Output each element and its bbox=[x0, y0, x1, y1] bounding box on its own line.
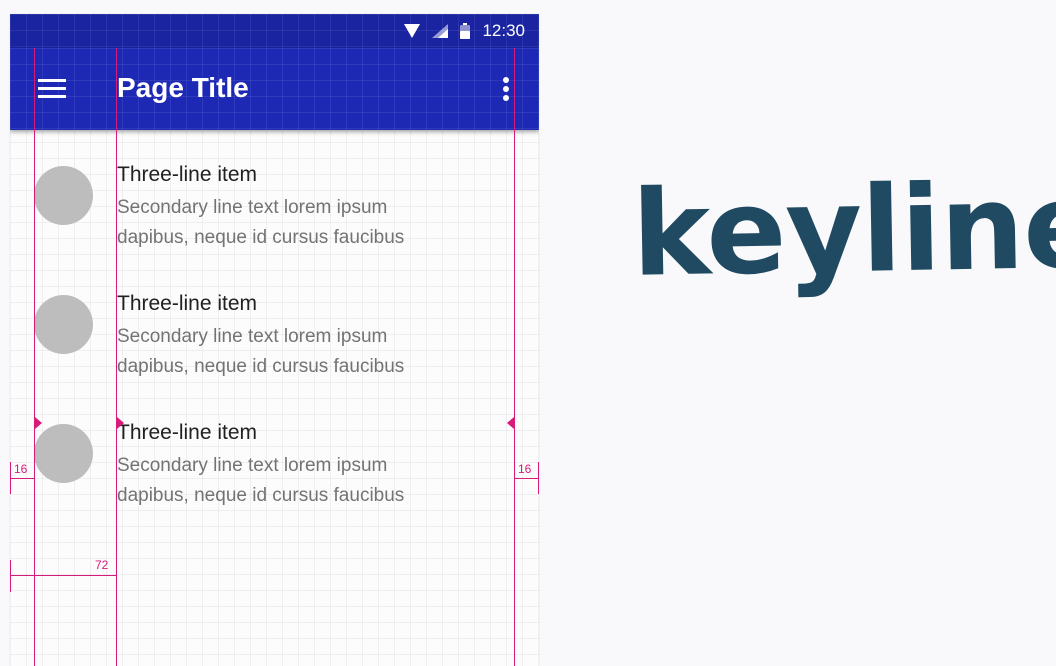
dimension-line bbox=[10, 478, 34, 479]
avatar bbox=[34, 424, 93, 483]
keylines-headline: keylines bbox=[630, 155, 1056, 303]
avatar bbox=[34, 295, 93, 354]
signal-icon bbox=[432, 24, 449, 38]
status-time: 12:30 bbox=[482, 21, 525, 40]
keyline-marker bbox=[35, 417, 42, 429]
app-bar: Page Title bbox=[10, 48, 539, 130]
overflow-icon[interactable] bbox=[498, 76, 514, 104]
list-item[interactable]: Three-line item Secondary line text lore… bbox=[10, 272, 539, 401]
dimension-line bbox=[515, 478, 539, 479]
status-bar: 12:30 bbox=[10, 14, 539, 48]
keyline-content bbox=[116, 48, 117, 666]
slide: 12:30 Page Title Three-line item Seconda… bbox=[0, 0, 1056, 666]
dimension-tick bbox=[10, 560, 11, 592]
keyline-marker bbox=[507, 417, 514, 429]
menu-icon[interactable] bbox=[38, 79, 66, 99]
dimension-line bbox=[10, 575, 116, 576]
phone-screen: 12:30 Page Title Three-line item Seconda… bbox=[10, 14, 539, 666]
list-item[interactable]: Three-line item Secondary line text lore… bbox=[10, 401, 539, 530]
keyline-left-margin bbox=[34, 48, 35, 666]
list-item-primary-text: Three-line item bbox=[117, 163, 258, 186]
list-item[interactable]: Three-line item Secondary line text lore… bbox=[10, 143, 539, 272]
avatar bbox=[34, 166, 93, 225]
dimension-label-right: 16 bbox=[518, 462, 532, 476]
three-line-list: Three-line item Secondary line text lore… bbox=[10, 143, 539, 530]
list-item-primary-text: Three-line item bbox=[117, 292, 258, 315]
dimension-label-inset: 72 bbox=[95, 558, 109, 572]
list-item-secondary-text: Secondary line text lorem ipsum dapibus,… bbox=[117, 326, 405, 377]
keyline-marker bbox=[117, 417, 124, 429]
status-icons: 12:30 bbox=[404, 21, 525, 41]
list-item-secondary-text: Secondary line text lorem ipsum dapibus,… bbox=[117, 197, 405, 248]
list-item-secondary-text: Secondary line text lorem ipsum dapibus,… bbox=[117, 455, 405, 506]
wifi-icon bbox=[404, 24, 421, 38]
list-item-primary-text: Three-line item bbox=[117, 421, 258, 444]
page-title: Page Title bbox=[117, 72, 249, 103]
dimension-label-left: 16 bbox=[14, 462, 28, 476]
keyline-right-margin bbox=[514, 48, 515, 666]
battery-icon bbox=[460, 23, 471, 39]
